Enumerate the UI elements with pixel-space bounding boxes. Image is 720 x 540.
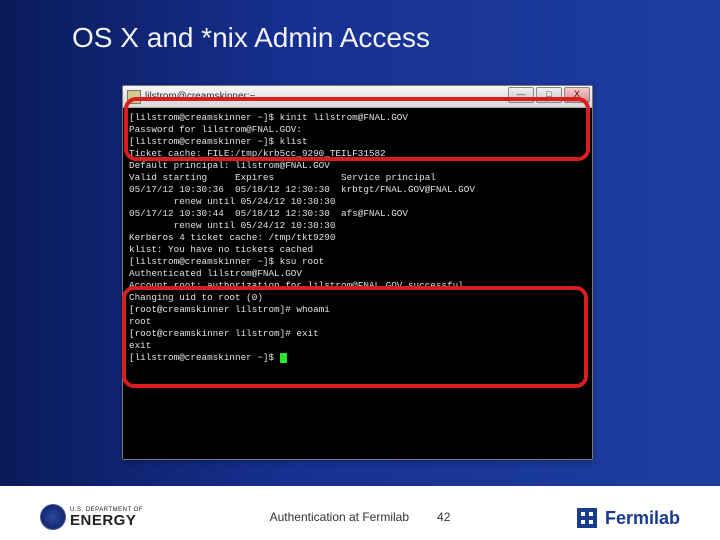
maximize-button[interactable]: □ [536,87,562,103]
terminal-line: [lilstrom@creamskinner ~]$ kinit lilstro… [129,112,586,124]
page-number: 42 [437,510,450,524]
minimize-button[interactable]: — [508,87,534,103]
terminal-line: Password for lilstrom@FNAL.GOV: [129,124,586,136]
terminal-line: klist: You have no tickets cached [129,244,586,256]
fermilab-text: Fermilab [605,508,680,529]
terminal-body: [lilstrom@creamskinner ~]$ kinit lilstro… [123,108,592,459]
window-titlebar: lilstrom@creamskinner:~ — □ X [123,86,592,108]
terminal-line: Valid starting Expires Service principal [129,172,586,184]
terminal-line: Kerberos 4 ticket cache: /tmp/tkt9290 [129,232,586,244]
window-title-text: lilstrom@creamskinner:~ [145,91,255,102]
doe-seal-icon [40,504,66,530]
terminal-line: [root@creamskinner lilstrom]# exit [129,328,586,340]
terminal-line: Changing uid to root (0) [129,292,586,304]
doe-big-text: ENERGY [70,513,143,528]
slide-title: OS X and *nix Admin Access [72,22,430,54]
doe-text: U.S. DEPARTMENT OF ENERGY [70,507,143,528]
terminal-line: root [129,316,586,328]
terminal-line: Default principal: lilstrom@FNAL.GOV [129,160,586,172]
close-button[interactable]: X [564,87,590,103]
terminal-line: renew until 05/24/12 10:30:30 [129,196,586,208]
footer-caption: Authentication at Fermilab [270,510,409,524]
terminal-line: 05/17/12 10:30:44 05/18/12 12:30:30 afs@… [129,208,586,220]
terminal-line: Account root: authorization for lilstrom… [129,280,586,292]
window-controls: — □ X [508,87,590,103]
doe-logo-block: U.S. DEPARTMENT OF ENERGY [40,504,143,530]
terminal-line: exit [129,340,586,352]
terminal-line: Ticket cache: FILE:/tmp/krb5cc_9290_TEIL… [129,148,586,160]
terminal-line: Authenticated lilstrom@FNAL.GOV [129,268,586,280]
terminal-line: [lilstrom@creamskinner ~]$ ksu root [129,256,586,268]
fermilab-icon [575,506,599,530]
slide-background: OS X and *nix Admin Access lilstrom@crea… [0,0,720,540]
terminal-window: lilstrom@creamskinner:~ — □ X [lilstrom@… [122,85,593,460]
terminal-line: [root@creamskinner lilstrom]# whoami [129,304,586,316]
terminal-line: [lilstrom@creamskinner ~]$ [129,352,586,364]
terminal-line: [lilstrom@creamskinner ~]$ klist [129,136,586,148]
terminal-line: renew until 05/24/12 10:30:30 [129,220,586,232]
terminal-cursor [280,353,287,363]
slide-footer: U.S. DEPARTMENT OF ENERGY Authentication… [0,486,720,540]
fermilab-logo-block: Fermilab [575,506,680,530]
terminal-line: 05/17/12 10:30:36 05/18/12 12:30:30 krbt… [129,184,586,196]
putty-icon [127,90,141,104]
